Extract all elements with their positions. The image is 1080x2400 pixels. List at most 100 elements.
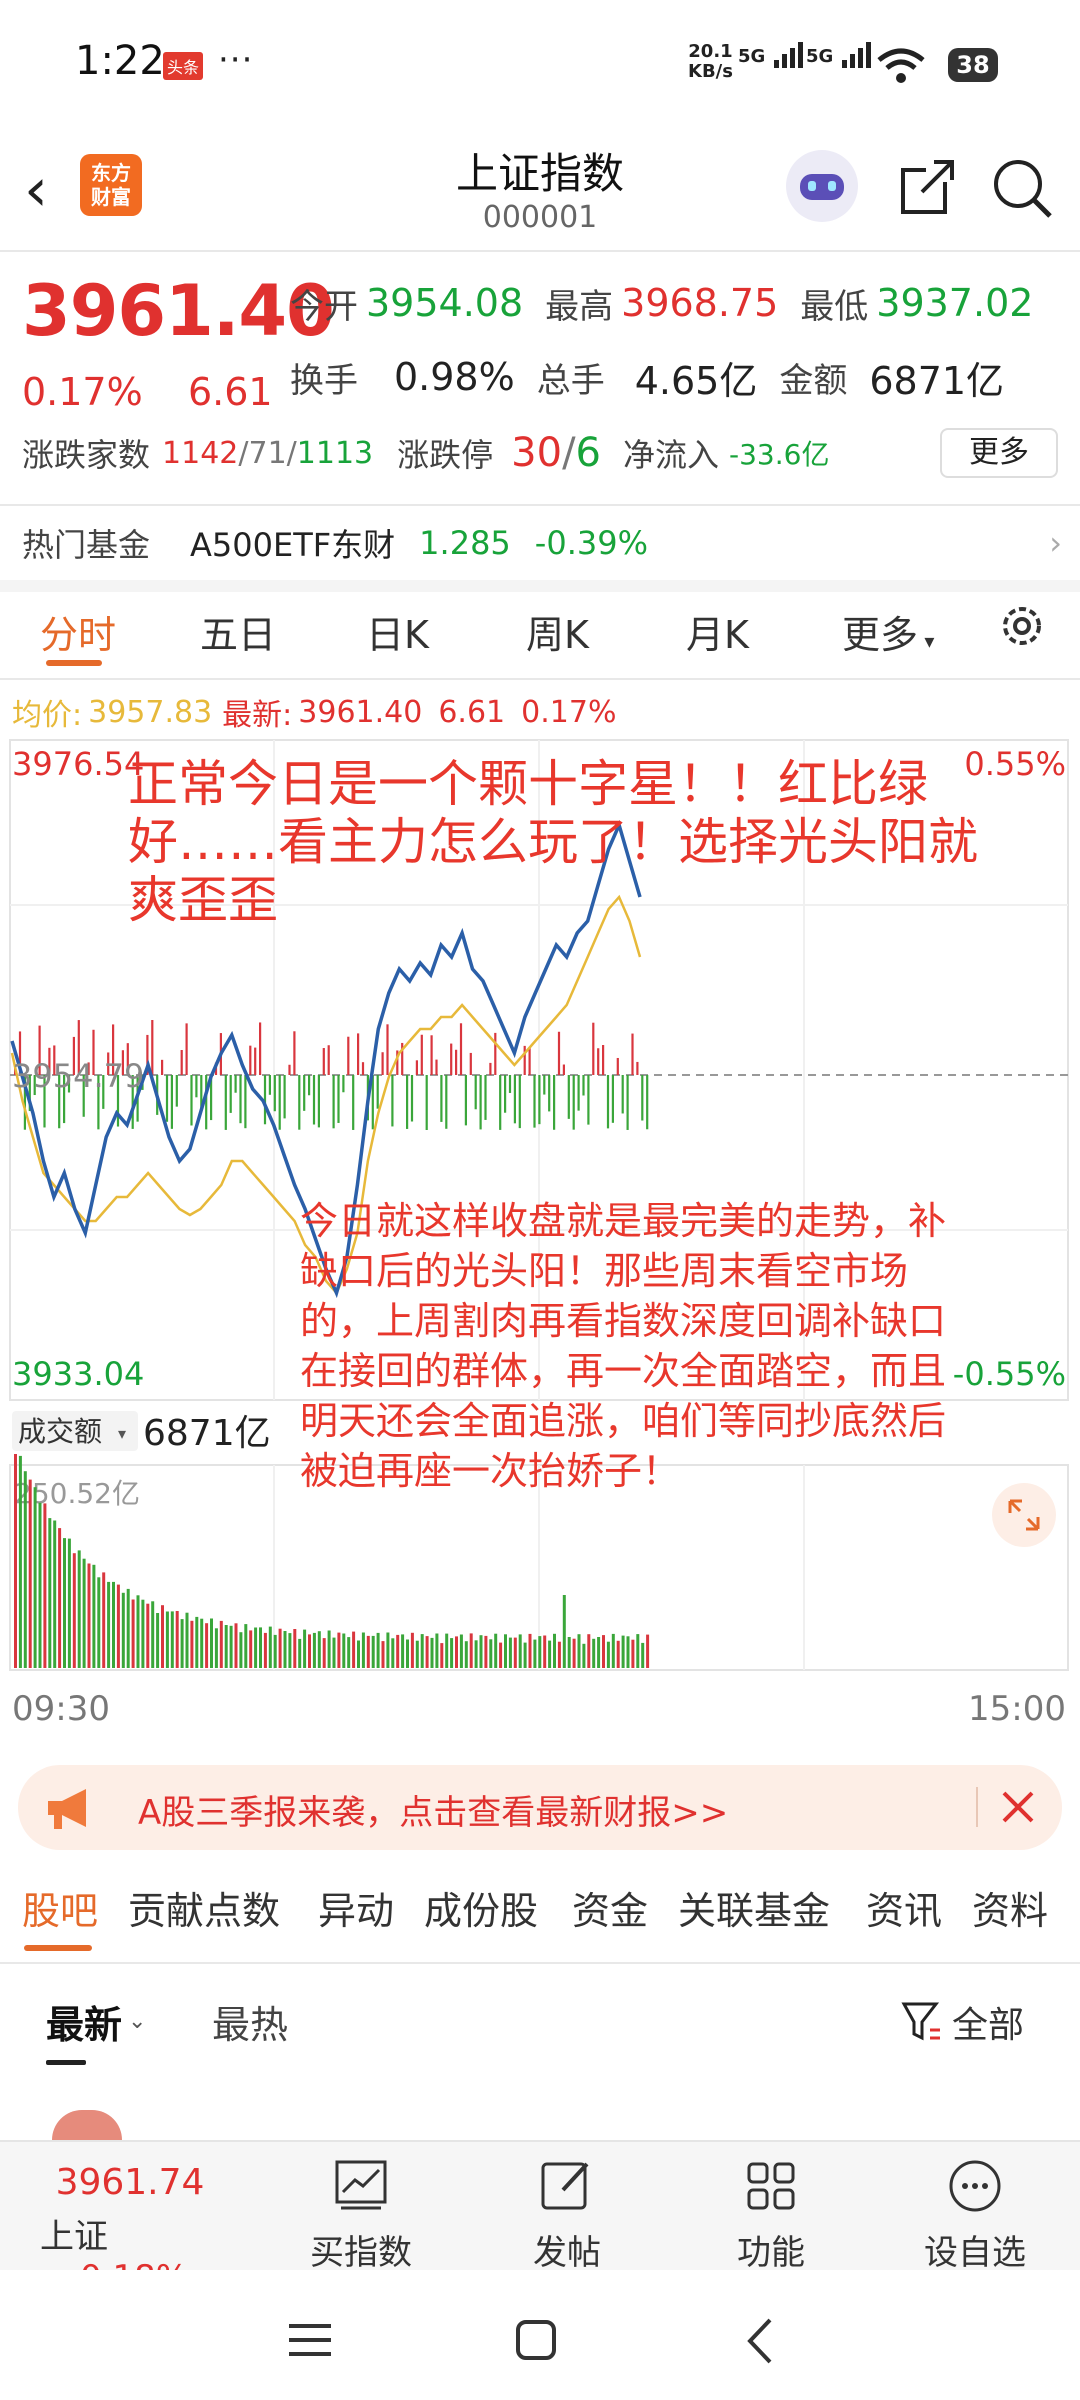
trade-bar: [518, 1075, 521, 1129]
trade-bar: [621, 1075, 624, 1114]
volume-bar: [283, 1631, 287, 1668]
trade-bar: [298, 1075, 301, 1130]
nav-post[interactable]: 发帖: [492, 2142, 642, 2274]
nav-function[interactable]: 功能: [696, 2142, 846, 2274]
trade-bar: [435, 1059, 438, 1075]
trade-bar: [489, 1062, 492, 1075]
quote-row-2: 换手 0.98% 总手 4.65亿 金额 6871亿: [290, 352, 1004, 403]
trade-bar: [195, 1075, 198, 1098]
menu-icon[interactable]: [285, 2320, 335, 2360]
nav-buy-index[interactable]: 买指数: [286, 2142, 436, 2274]
volume-bar: [249, 1630, 253, 1668]
volume-bar: [513, 1637, 517, 1668]
tab-profile[interactable]: 资料: [972, 1880, 1048, 1935]
volume-bar: [112, 1581, 115, 1668]
tab-weekly-k[interactable]: 周K: [526, 604, 589, 659]
chart-trend-icon: [335, 2160, 387, 2210]
trade-bar: [381, 1052, 384, 1075]
earnings-banner[interactable]: A股三季报来袭，点击查看最新财报>>: [18, 1765, 1062, 1850]
hot-fund-row[interactable]: 热门基金 A500ETF东财 1.285 -0.39% ›: [22, 520, 1062, 566]
trade-bar: [361, 1062, 365, 1075]
trade-bar: [337, 1075, 340, 1123]
share-icon[interactable]: [898, 156, 958, 216]
expand-button[interactable]: [992, 1483, 1056, 1547]
trade-bar: [469, 1052, 472, 1075]
more-quote-button[interactable]: 更多: [940, 428, 1058, 478]
tab-movement[interactable]: 异动: [318, 1880, 394, 1935]
settings-gear-icon[interactable]: [996, 600, 1048, 652]
volume-bar: [312, 1632, 316, 1668]
volume-bar: [406, 1639, 409, 1668]
more-notifications-icon: ···: [218, 40, 254, 80]
trade-bar: [327, 1045, 330, 1075]
y-axis-high: 3976.54: [12, 745, 144, 783]
trade-bar: [528, 1047, 531, 1075]
volume-bar: [332, 1637, 336, 1668]
volume-bar: [107, 1581, 111, 1668]
trade-bar: [386, 1024, 389, 1075]
time-axis-end: 15:00: [968, 1689, 1066, 1729]
volume-bar: [533, 1639, 537, 1668]
bottom-navigation: 3961.74 上证0.18% 买指数 发帖 功能 设自选: [0, 2140, 1080, 2298]
tab-related-funds[interactable]: 关联基金: [678, 1880, 830, 1935]
volume-bar: [621, 1635, 625, 1668]
nav-add-watchlist[interactable]: 设自选: [900, 2142, 1050, 2274]
back-nav-icon[interactable]: [740, 2314, 780, 2368]
sort-latest[interactable]: 最新 ⌄: [46, 1994, 146, 2049]
home-icon[interactable]: [512, 2316, 562, 2366]
volume-bar: [239, 1632, 243, 1668]
volume-bar: [23, 1471, 27, 1668]
volume-bar: [259, 1627, 262, 1668]
tab-constituents[interactable]: 成份股: [424, 1880, 538, 1935]
volume-bar: [636, 1634, 640, 1668]
volume-bar: [562, 1595, 566, 1668]
trade-bar: [602, 1045, 605, 1075]
filter-all[interactable]: 全部: [900, 1996, 1024, 2048]
volume-bar: [518, 1634, 522, 1668]
trade-bar: [224, 1075, 227, 1130]
volume-bar: [214, 1628, 218, 1668]
trade-bar: [508, 1075, 512, 1093]
tab-daily-k[interactable]: 日K: [366, 604, 429, 659]
tab-monthly-k[interactable]: 月K: [686, 604, 749, 659]
trade-bar: [592, 1022, 595, 1075]
tab-intraday[interactable]: 分时: [40, 604, 116, 659]
close-icon[interactable]: [998, 1787, 1038, 1827]
tab-news[interactable]: 资讯: [866, 1880, 942, 1935]
trade-bar: [205, 1075, 208, 1130]
trade-bar: [425, 1075, 428, 1130]
tab-funds-flow[interactable]: 资金: [572, 1880, 648, 1935]
volume-bar: [224, 1625, 228, 1668]
volume-bar: [308, 1634, 311, 1668]
tab-guba[interactable]: 股吧: [22, 1880, 98, 1935]
search-icon[interactable]: [990, 156, 1054, 220]
trade-bar: [234, 1075, 237, 1093]
volume-bar: [484, 1635, 488, 1668]
volume-bar: [386, 1632, 390, 1668]
volume-bar: [146, 1603, 150, 1668]
volume-bar: [361, 1632, 365, 1668]
tab-more[interactable]: 更多 ▾: [842, 604, 934, 659]
volume-bar: [244, 1624, 248, 1668]
news-badge: 头条: [163, 52, 204, 80]
volume-bar: [582, 1643, 586, 1668]
volume-bar: [401, 1634, 405, 1668]
volume-bar: [303, 1629, 307, 1668]
system-navigation: [0, 2270, 1080, 2400]
volume-bar: [352, 1631, 356, 1668]
sort-hot[interactable]: 最热: [212, 1994, 288, 2049]
volume-bar: [587, 1634, 591, 1668]
trade-bar: [611, 1075, 614, 1123]
trade-bar: [430, 1035, 433, 1075]
volume-bar: [136, 1595, 140, 1668]
assistant-avatar-icon[interactable]: [786, 150, 858, 222]
volume-bar: [459, 1634, 463, 1668]
divider: [0, 678, 1080, 680]
trade-bar: [406, 1075, 409, 1129]
tab-five-day[interactable]: 五日: [200, 604, 276, 659]
volume-bar: [430, 1637, 434, 1668]
trade-bar: [308, 1075, 311, 1096]
avatar[interactable]: [52, 2110, 122, 2140]
trade-bar: [293, 1031, 296, 1075]
tab-contribution[interactable]: 贡献点数: [128, 1880, 280, 1935]
